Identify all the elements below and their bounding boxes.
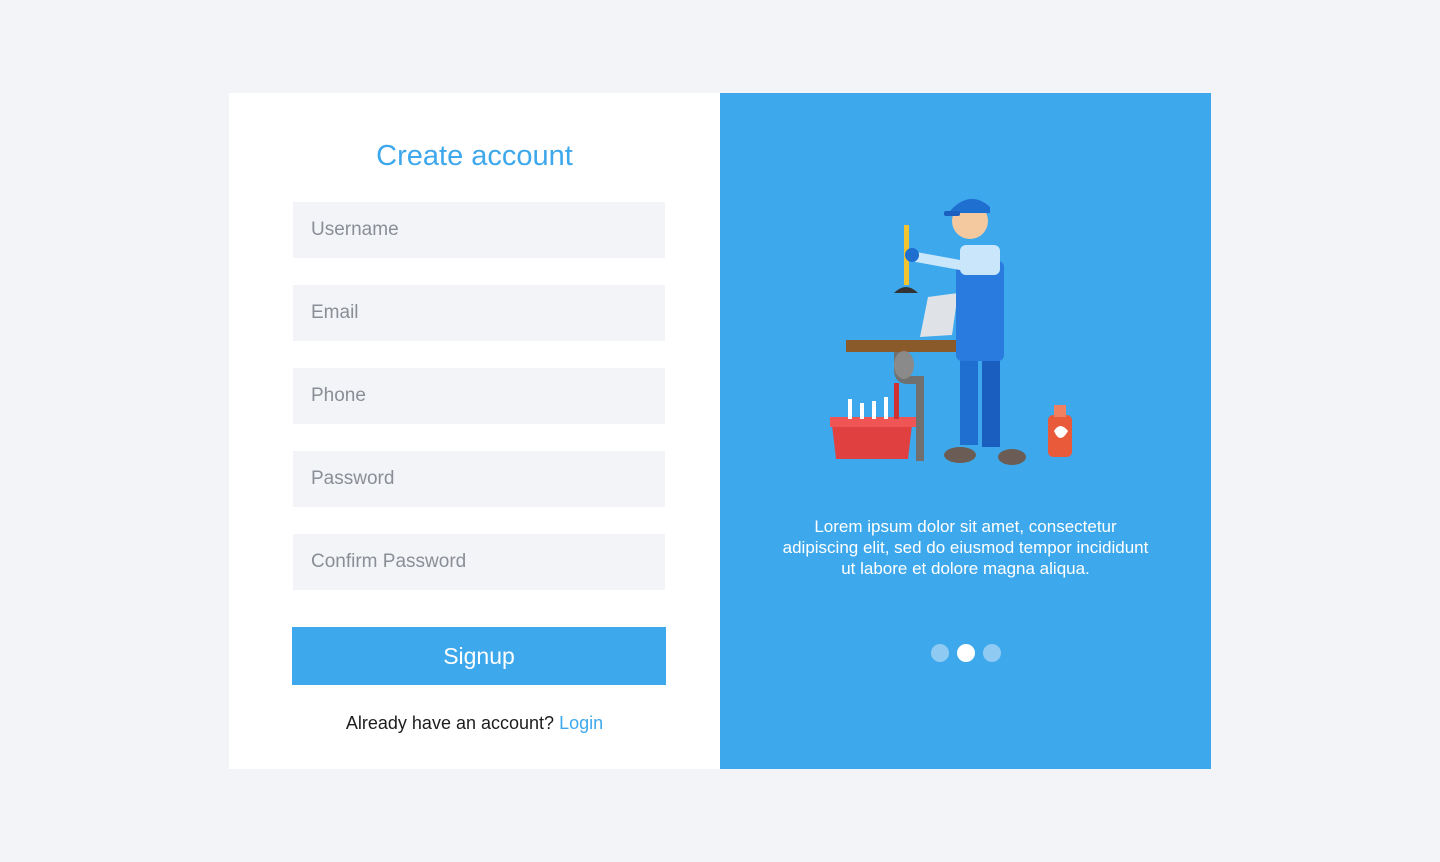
- worker-shoe-right: [998, 449, 1026, 465]
- carousel-dot-2[interactable]: [956, 644, 975, 662]
- promo-text: Lorem ipsum dolor sit amet, consectetur …: [782, 517, 1149, 578]
- login-prompt-text: Already have an account?: [345, 713, 555, 733]
- phone-field[interactable]: [293, 368, 665, 424]
- login-link[interactable]: Login: [559, 713, 603, 733]
- tool-3: [872, 401, 876, 419]
- paper-sheet: [920, 293, 958, 337]
- password-field[interactable]: [293, 451, 665, 507]
- login-prompt: Already have an account? Login: [229, 713, 720, 734]
- confirm-password-field[interactable]: [293, 534, 665, 590]
- email-field[interactable]: [293, 285, 665, 341]
- worker-leg-left: [960, 355, 978, 445]
- worker-arm: [911, 252, 965, 270]
- worker-cap: [948, 198, 990, 213]
- worker-shoe-left: [944, 447, 976, 463]
- counter-top: [846, 340, 956, 352]
- plunger-cup: [894, 287, 918, 293]
- signup-button[interactable]: Signup: [292, 627, 666, 685]
- signup-form-panel: Create account Signup Already have an ac…: [229, 93, 720, 769]
- tool-4: [884, 397, 888, 419]
- tool-2: [860, 403, 864, 419]
- page-title: Create account: [376, 140, 573, 172]
- worker-glove: [905, 248, 919, 262]
- worker-shirt: [960, 245, 1000, 275]
- cleaner-bottle-cap: [1054, 405, 1066, 417]
- promo-panel: Lorem ipsum dolor sit amet, consectetur …: [720, 93, 1211, 769]
- pipe-trap: [894, 351, 914, 379]
- worker-leg-right: [982, 355, 1000, 447]
- toolbox: [832, 425, 912, 459]
- plumber-illustration: [830, 198, 1072, 465]
- tool-1: [848, 399, 852, 419]
- carousel-indicator: [720, 644, 1211, 662]
- worker-cap-visor: [944, 211, 960, 216]
- signup-card: Create account Signup Already have an ac…: [229, 93, 1211, 769]
- carousel-dot-3[interactable]: [982, 644, 1001, 662]
- worker-overalls: [956, 261, 1004, 361]
- tool-5: [894, 383, 899, 419]
- carousel-dot-1[interactable]: [930, 644, 949, 662]
- username-field[interactable]: [293, 202, 665, 258]
